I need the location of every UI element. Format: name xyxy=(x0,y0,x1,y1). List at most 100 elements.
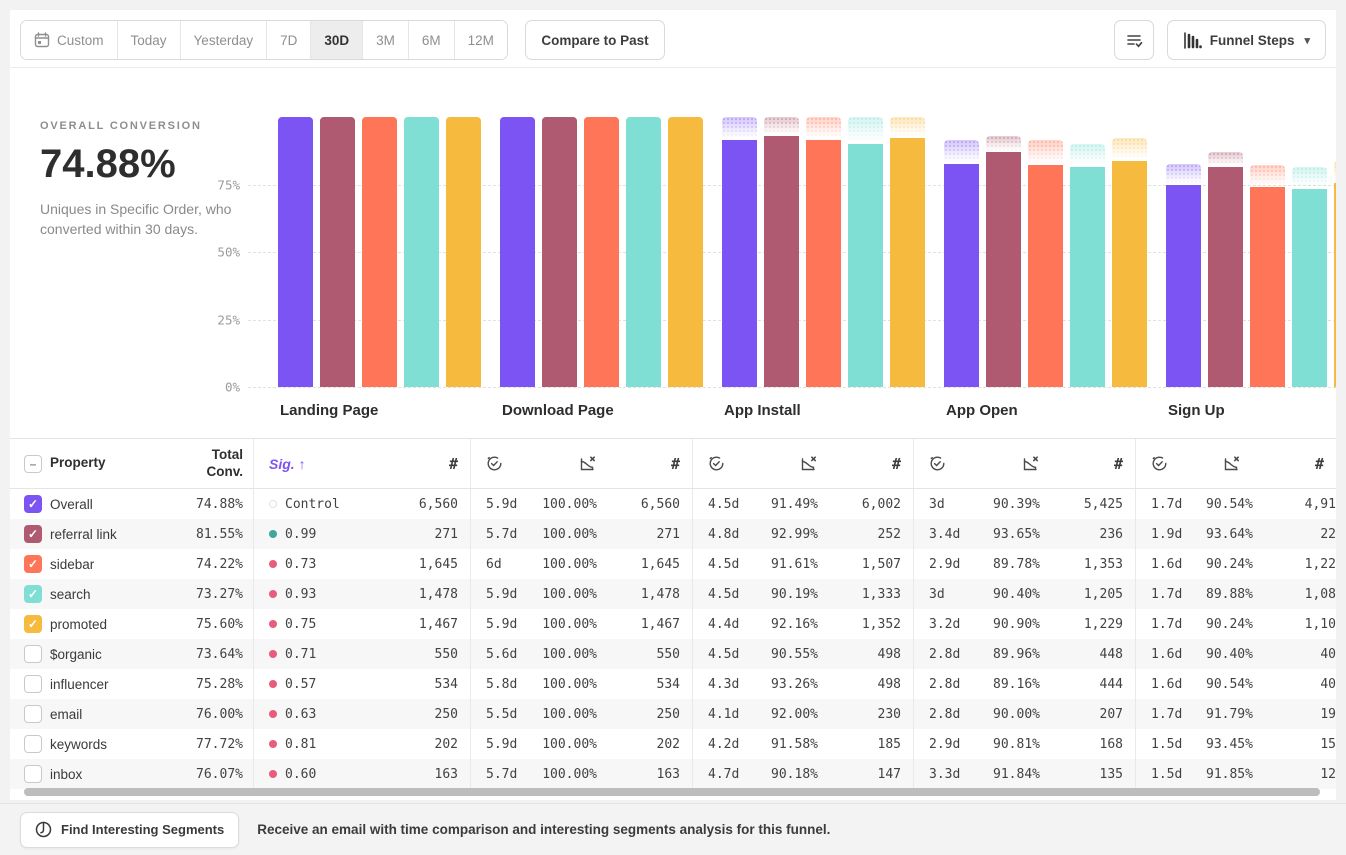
list-check-icon xyxy=(1125,31,1143,49)
select-all-checkbox[interactable]: – xyxy=(24,455,42,473)
bar-Overall-App-Open[interactable] xyxy=(944,164,979,387)
step-section-3: 4.5d90.19%1,333 xyxy=(692,579,913,609)
time-to-convert-icon[interactable] xyxy=(693,455,763,472)
bar-search-Landing-Page[interactable] xyxy=(404,117,439,387)
total-conv-column-header[interactable]: Total Conv. xyxy=(180,447,253,481)
bar-referral-link-Download-Page[interactable] xyxy=(542,117,577,387)
table-row-Overall: ✓Overall74.88%Control6,5605.9d100.00%6,5… xyxy=(10,489,1336,519)
bar-promoted-App-Open[interactable] xyxy=(1112,161,1147,387)
time-to-convert-icon[interactable] xyxy=(471,455,541,472)
bar-search-App-Install[interactable] xyxy=(848,144,883,388)
horizontal-scrollbar[interactable] xyxy=(24,788,1320,796)
row-checkbox-promoted[interactable]: ✓ xyxy=(24,615,42,633)
chart-type-button[interactable]: Funnel Steps ▾ xyxy=(1167,20,1326,60)
row-checkbox-referral-link[interactable]: ✓ xyxy=(24,525,42,543)
bar-promoted-Landing-Page[interactable] xyxy=(446,117,481,387)
avg-time-value: 5.9d xyxy=(471,587,541,602)
step-count: 168 xyxy=(1050,737,1135,752)
bar-referral-link-Sign-Up[interactable] xyxy=(1208,167,1243,387)
sig-column-header[interactable]: Sig. ↑ xyxy=(269,456,306,472)
row-checkbox-influencer[interactable] xyxy=(24,675,42,693)
row-checkbox-inbox[interactable] xyxy=(24,765,42,783)
bar-promoted-App-Install[interactable] xyxy=(890,138,925,387)
date-range-7d[interactable]: 7D xyxy=(266,21,310,59)
step-count: 1,10 xyxy=(1263,617,1336,632)
bar-Overall-Landing-Page[interactable] xyxy=(278,117,313,387)
bar-sidebar-Landing-Page[interactable] xyxy=(362,117,397,387)
compare-to-past-button[interactable]: Compare to Past xyxy=(525,20,664,60)
date-range-custom[interactable]: Custom xyxy=(21,21,117,59)
count-column-header[interactable]: # xyxy=(370,455,470,473)
property-label[interactable]: inbox xyxy=(50,767,180,782)
row-checkbox-keywords[interactable] xyxy=(24,735,42,753)
step-count: 498 xyxy=(828,647,913,662)
bar-sidebar-Sign-Up[interactable] xyxy=(1250,187,1285,387)
scrollbar-thumb[interactable] xyxy=(24,788,1320,796)
row-checkbox-$organic[interactable] xyxy=(24,645,42,663)
count-column-header[interactable]: # xyxy=(1251,455,1336,473)
time-to-convert-icon[interactable] xyxy=(1136,455,1206,472)
find-interesting-segments-button[interactable]: Find Interesting Segments xyxy=(20,812,239,848)
property-label[interactable]: keywords xyxy=(50,737,180,752)
bar-sidebar-App-Open[interactable] xyxy=(1028,165,1063,387)
row-checkbox-search[interactable]: ✓ xyxy=(24,585,42,603)
date-range-12m[interactable]: 12M xyxy=(454,21,507,59)
date-range-yesterday[interactable]: Yesterday xyxy=(180,21,267,59)
property-label[interactable]: referral link xyxy=(50,527,180,542)
avg-time-value: 2.9d xyxy=(914,557,984,572)
main-card: CustomTodayYesterday7D30D3M6M12M Compare… xyxy=(10,10,1336,800)
significance-dot xyxy=(269,560,277,568)
row-checkbox-email[interactable] xyxy=(24,705,42,723)
property-label[interactable]: sidebar xyxy=(50,557,180,572)
bar-search-Download-Page[interactable] xyxy=(626,117,661,387)
report-options-button[interactable] xyxy=(1114,20,1154,60)
count-column-header[interactable]: # xyxy=(1050,455,1135,473)
total-conversion-value: 75.60% xyxy=(180,617,253,632)
step-count: 135 xyxy=(1050,767,1135,782)
bar-referral-link-App-Open[interactable] xyxy=(986,152,1021,387)
bar-search-App-Open[interactable] xyxy=(1070,167,1105,387)
row-checkbox-sidebar[interactable]: ✓ xyxy=(24,555,42,573)
bar-promoted-Sign-Up[interactable] xyxy=(1334,183,1336,387)
property-label[interactable]: influencer xyxy=(50,677,180,692)
bar-sidebar-App-Install[interactable] xyxy=(806,140,841,387)
step-section-1: 0.99271 xyxy=(253,519,470,549)
bar-referral-link-App-Install[interactable] xyxy=(764,136,799,387)
conversion-rate-icon[interactable] xyxy=(763,455,828,472)
property-label[interactable]: Overall xyxy=(50,497,180,512)
property-label[interactable]: search xyxy=(50,587,180,602)
date-range-today[interactable]: Today xyxy=(117,21,180,59)
bar-Overall-App-Install[interactable] xyxy=(722,140,757,387)
property-label[interactable]: $organic xyxy=(50,647,180,662)
bar-Overall-Sign-Up[interactable] xyxy=(1166,185,1201,387)
property-label[interactable]: email xyxy=(50,707,180,722)
dropoff-cap xyxy=(986,136,1021,152)
count-column-header[interactable]: # xyxy=(828,455,913,473)
property-column-header[interactable]: Property xyxy=(50,455,180,472)
significance-value: 0.57 xyxy=(285,677,316,692)
property-label[interactable]: promoted xyxy=(50,617,180,632)
bar-promoted-Download-Page[interactable] xyxy=(668,117,703,387)
conversion-rate-icon[interactable] xyxy=(1206,455,1251,472)
avg-time-value: 1.9d xyxy=(1136,527,1206,542)
funnel-step-label: App Install xyxy=(724,402,801,419)
count-column-header[interactable]: # xyxy=(607,455,692,473)
avg-time-value: 5.8d xyxy=(471,677,541,692)
date-range-30d[interactable]: 30D xyxy=(310,21,362,59)
bar-search-Sign-Up[interactable] xyxy=(1292,189,1327,387)
row-checkbox-Overall[interactable]: ✓ xyxy=(24,495,42,513)
y-axis-tick-label: 75% xyxy=(217,177,240,192)
conversion-rate-value: 90.40% xyxy=(1206,647,1263,662)
bar-referral-link-Landing-Page[interactable] xyxy=(320,117,355,387)
avg-time-value: 4.8d xyxy=(693,527,763,542)
bar-Overall-Download-Page[interactable] xyxy=(500,117,535,387)
total-conversion-value: 73.64% xyxy=(180,647,253,662)
bar-sidebar-Download-Page[interactable] xyxy=(584,117,619,387)
date-range-3m[interactable]: 3M xyxy=(362,21,408,59)
total-conversion-value: 73.27% xyxy=(180,587,253,602)
avg-time-value: 1.6d xyxy=(1136,557,1206,572)
conversion-rate-icon[interactable] xyxy=(984,455,1050,472)
time-to-convert-icon[interactable] xyxy=(914,455,984,472)
conversion-rate-icon[interactable] xyxy=(541,455,607,472)
date-range-6m[interactable]: 6M xyxy=(408,21,454,59)
